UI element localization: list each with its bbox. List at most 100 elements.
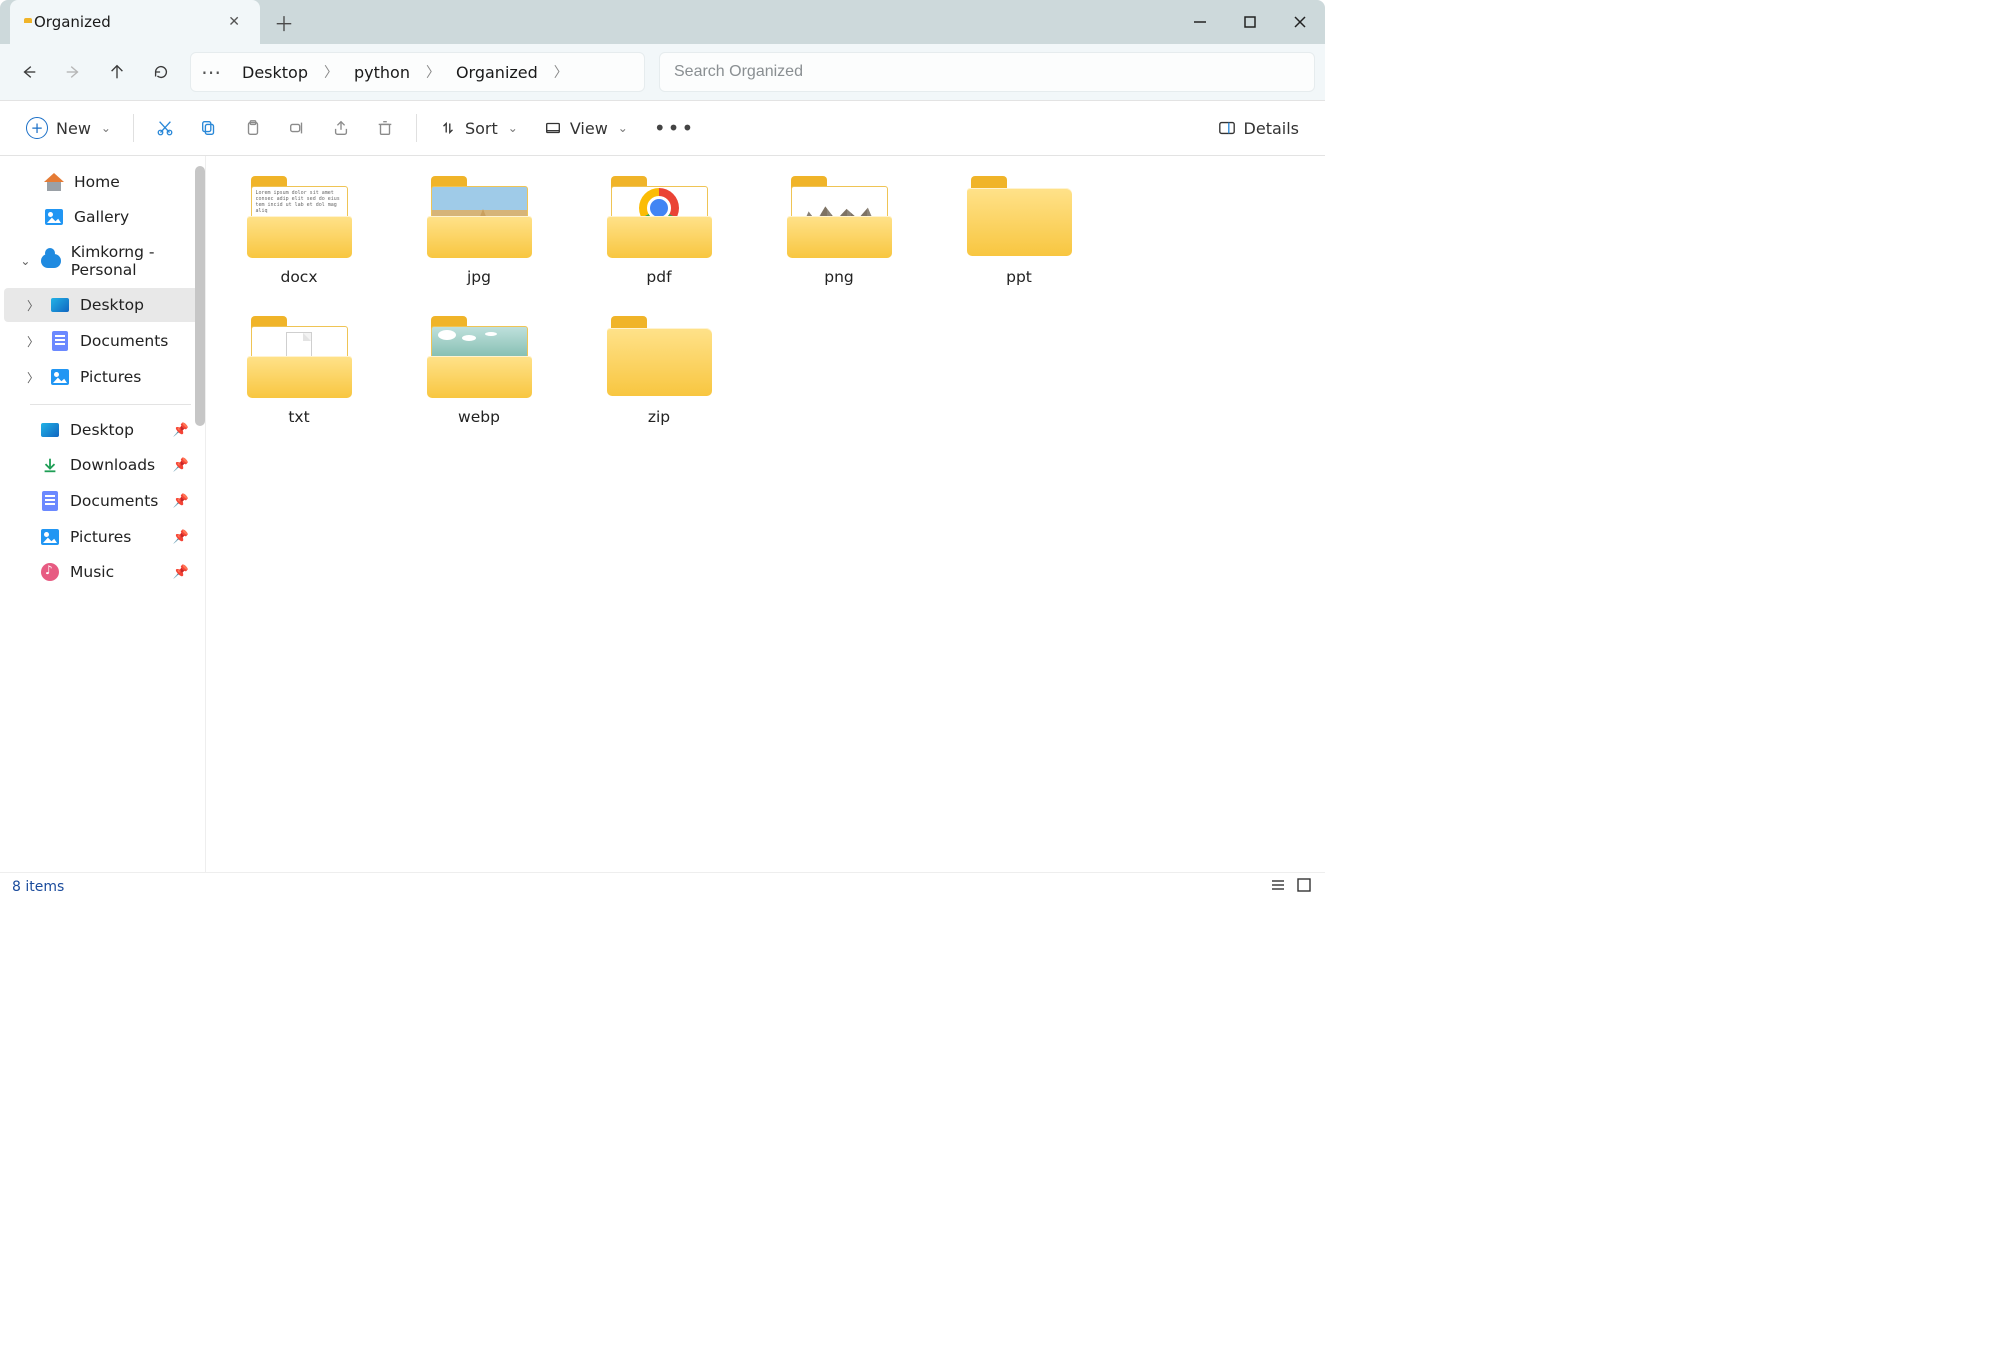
more-button[interactable]: ••• [644, 116, 705, 140]
sidebar-qa-downloads[interactable]: Downloads 📌 [4, 448, 199, 482]
pin-icon: 📌 [173, 423, 189, 438]
sidebar-item-label: Desktop [70, 421, 134, 439]
separator [133, 114, 134, 142]
details-pane-icon [1218, 119, 1236, 137]
sidebar-item-documents[interactable]: 〉 Documents [4, 323, 199, 359]
cut-button[interactable] [146, 113, 184, 143]
copy-button[interactable] [190, 113, 228, 143]
pin-icon: 📌 [173, 565, 189, 580]
new-button[interactable]: + New ⌄ [16, 111, 121, 145]
folder-icon [607, 316, 712, 398]
new-tab-button[interactable]: ＋ [260, 8, 308, 37]
file-list[interactable]: Lorem ipsum dolor sit amet consec adip e… [206, 156, 1325, 872]
sidebar-item-desktop[interactable]: 〉 Desktop [4, 288, 199, 322]
folder-label: webp [458, 408, 500, 426]
folder-png[interactable]: png [774, 176, 904, 286]
chevron-right-icon[interactable]: 〉 [26, 297, 40, 314]
breadcrumb-bar[interactable]: ⋯ Desktop 〉 python 〉 Organized 〉 [190, 52, 645, 92]
folder-icon [247, 316, 352, 398]
pin-icon: 📌 [173, 458, 189, 473]
sidebar-item-gallery[interactable]: Gallery [4, 200, 199, 234]
nav-forward-button[interactable] [54, 53, 92, 91]
sidebar-item-home[interactable]: Home [4, 165, 199, 199]
breadcrumb-desktop[interactable]: Desktop [234, 59, 316, 86]
folder-zip[interactable]: zip [594, 316, 724, 426]
window-controls [1175, 0, 1325, 44]
maximize-button[interactable] [1225, 0, 1275, 44]
sidebar-qa-documents[interactable]: Documents 📌 [4, 483, 199, 519]
view-mode-grid-button[interactable] [1295, 876, 1313, 898]
sidebar-item-label: Kimkorng - Personal [71, 243, 189, 279]
share-button[interactable] [322, 113, 360, 143]
desktop-icon [40, 423, 60, 437]
paste-button[interactable] [234, 113, 272, 143]
details-pane-button[interactable]: Details [1208, 113, 1309, 144]
breadcrumb-overflow[interactable]: ⋯ [201, 60, 228, 84]
scrollbar-thumb[interactable] [195, 166, 205, 426]
toolbar: + New ⌄ Sort ⌄ View ⌄ ••• Details [0, 100, 1325, 156]
breadcrumb-python[interactable]: python [346, 59, 418, 86]
chevron-right-icon[interactable]: 〉 [26, 369, 40, 386]
sidebar-qa-desktop[interactable]: Desktop 📌 [4, 413, 199, 447]
rename-button[interactable] [278, 113, 316, 143]
sidebar-item-label: Desktop [80, 296, 144, 314]
gallery-icon [44, 209, 64, 225]
navigation-pane[interactable]: Home Gallery ⌄ Kimkorng - Personal 〉 Des… [0, 156, 206, 872]
sort-button[interactable]: Sort ⌄ [429, 113, 528, 144]
tab-close-button[interactable]: ✕ [222, 10, 246, 34]
folder-pdf[interactable]: pdf [594, 176, 724, 286]
titlebar: Organized ✕ ＋ [0, 0, 1325, 44]
home-icon [44, 173, 64, 191]
folder-txt[interactable]: txt [234, 316, 364, 426]
sidebar-item-label: Documents [80, 332, 168, 350]
pin-icon: 📌 [173, 494, 189, 509]
folder-jpg[interactable]: jpg [414, 176, 544, 286]
status-bar: 8 items [0, 872, 1325, 900]
nav-up-button[interactable] [98, 53, 136, 91]
chevron-down-icon[interactable]: ⌄ [20, 254, 31, 268]
minimize-button[interactable] [1175, 0, 1225, 44]
separator [416, 114, 417, 142]
sidebar-item-label: Music [70, 563, 114, 581]
nav-back-button[interactable] [10, 53, 48, 91]
chevron-down-icon: ⌄ [508, 121, 518, 135]
view-mode-list-button[interactable] [1269, 876, 1287, 898]
sidebar-item-label: Pictures [70, 528, 131, 546]
status-item-count: 8 items [12, 879, 64, 895]
documents-icon [50, 331, 70, 351]
downloads-icon [40, 456, 60, 474]
folder-ppt[interactable]: ppt [954, 176, 1084, 286]
delete-button[interactable] [366, 113, 404, 143]
sidebar-item-label: Pictures [80, 368, 141, 386]
folder-docx[interactable]: Lorem ipsum dolor sit amet consec adip e… [234, 176, 364, 286]
tab-active[interactable]: Organized ✕ [10, 0, 260, 44]
sidebar-item-onedrive[interactable]: ⌄ Kimkorng - Personal [4, 235, 199, 287]
close-window-button[interactable] [1275, 0, 1325, 44]
search-input[interactable] [660, 63, 1314, 81]
folder-label: docx [280, 268, 317, 286]
chevron-right-icon[interactable]: 〉 [26, 333, 40, 350]
folder-icon: Lorem ipsum dolor sit amet consec adip e… [247, 176, 352, 258]
pictures-icon [40, 529, 60, 545]
folder-icon [787, 176, 892, 258]
folder-label: pdf [646, 268, 671, 286]
sidebar-item-label: Downloads [70, 456, 155, 474]
chevron-right-icon: 〉 [552, 62, 570, 82]
desktop-icon [50, 298, 70, 312]
folder-webp[interactable]: webp [414, 316, 544, 426]
documents-icon [40, 491, 60, 511]
sidebar-qa-music[interactable]: Music 📌 [4, 555, 199, 589]
plus-circle-icon: + [26, 117, 48, 139]
sidebar-item-pictures[interactable]: 〉 Pictures [4, 360, 199, 394]
folder-icon [427, 316, 532, 398]
view-button[interactable]: View ⌄ [534, 113, 638, 144]
breadcrumb-organized[interactable]: Organized [448, 59, 546, 86]
folder-icon [607, 176, 712, 258]
nav-refresh-button[interactable] [142, 53, 180, 91]
onedrive-icon [41, 254, 61, 268]
folder-grid: Lorem ipsum dolor sit amet consec adip e… [234, 176, 1297, 426]
sidebar-qa-pictures[interactable]: Pictures 📌 [4, 520, 199, 554]
sort-label: Sort [465, 119, 498, 138]
search-box[interactable] [659, 52, 1315, 92]
new-label: New [56, 119, 91, 138]
